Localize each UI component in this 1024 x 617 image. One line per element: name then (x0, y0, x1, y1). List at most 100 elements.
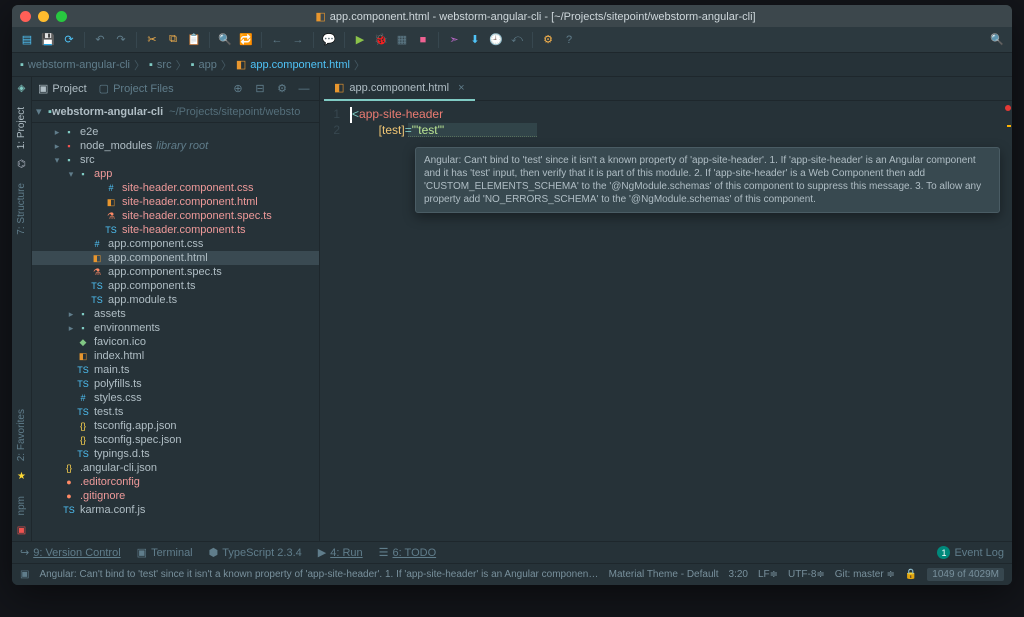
error-stripe[interactable] (1002, 101, 1012, 541)
vcs-push-icon[interactable]: ➣ (445, 31, 463, 49)
run-tab[interactable]: ▶ 4: Run (318, 546, 363, 559)
collapse-all-icon[interactable]: ⊟ (251, 80, 269, 98)
tree-node[interactable]: TStest.ts (32, 405, 319, 419)
project-tree[interactable]: ▸▪e2e▸▪node_moduleslibrary root▾▪src▾▪ap… (32, 123, 319, 541)
coverage-icon[interactable]: ▦ (393, 31, 411, 49)
tree-node[interactable]: ⚗app.component.spec.ts (32, 265, 319, 279)
tree-node[interactable]: ▸▪node_moduleslibrary root (32, 139, 319, 153)
close-tab-icon[interactable]: × (458, 82, 464, 94)
npm-icon[interactable]: ▣ (15, 523, 29, 537)
breadcrumb[interactable]: app (198, 59, 216, 71)
file-icon: ▪ (62, 139, 76, 153)
cut-icon[interactable]: ✂ (143, 31, 161, 49)
minimize-window-button[interactable] (38, 11, 49, 22)
scroll-from-source-icon[interactable]: ⊕ (229, 80, 247, 98)
tree-node[interactable]: TSapp.module.ts (32, 293, 319, 307)
status-lock-icon[interactable]: 🔒 (905, 569, 917, 580)
breadcrumb[interactable]: webstorm-angular-cli (28, 59, 130, 71)
tree-node[interactable]: ◆favicon.ico (32, 335, 319, 349)
terminal-tab[interactable]: ▣ Terminal (137, 546, 193, 559)
titlebar[interactable]: ◧app.component.html - webstorm-angular-c… (12, 5, 1012, 27)
settings-icon[interactable]: ⚙ (539, 31, 557, 49)
chat-icon[interactable]: 💬 (320, 31, 338, 49)
tree-node[interactable]: ◧app.component.html (32, 251, 319, 265)
status-git[interactable]: Git: master ≑ (835, 569, 895, 580)
breadcrumb[interactable]: app.component.html (250, 59, 350, 71)
status-position[interactable]: 3:20 (729, 569, 748, 580)
close-window-button[interactable] (20, 11, 31, 22)
open-file-icon[interactable]: ▤ (18, 31, 36, 49)
project-tab[interactable]: ▣Project (38, 82, 87, 95)
tree-node[interactable]: {}tsconfig.app.json (32, 419, 319, 433)
vcs-history-icon[interactable]: 🕘 (487, 31, 505, 49)
event-log-tab[interactable]: Event Log (954, 547, 1004, 559)
tree-node[interactable]: ▸▪environments (32, 321, 319, 335)
editor-tab[interactable]: ◧ app.component.html × (324, 77, 475, 101)
help-icon[interactable]: ? (560, 31, 578, 49)
typescript-tab[interactable]: ⬢ TypeScript 2.3.4 (209, 546, 302, 559)
tree-node[interactable]: TSmain.ts (32, 363, 319, 377)
structure-tool-tab[interactable]: 7: Structure (14, 177, 29, 241)
warning-marker[interactable] (1007, 125, 1011, 127)
run-icon[interactable]: ▶ (351, 31, 369, 49)
status-theme[interactable]: Material Theme - Default (609, 569, 719, 580)
code-source[interactable]: <app-site-header [test]="'test'" Angular… (348, 101, 1012, 541)
tree-node[interactable]: ●.gitignore (32, 489, 319, 503)
maximize-window-button[interactable] (56, 11, 67, 22)
status-icon[interactable]: ▣ (20, 569, 29, 580)
find-icon[interactable]: 🔍 (216, 31, 234, 49)
copy-icon[interactable]: ⧉ (164, 31, 182, 49)
stop-icon[interactable]: ■ (414, 31, 432, 49)
tree-node[interactable]: TSpolyfills.ts (32, 377, 319, 391)
event-badge[interactable]: 1 (937, 546, 950, 559)
todo-tab[interactable]: ☰ 6: TODO (379, 546, 436, 559)
tree-node[interactable]: TSapp.component.ts (32, 279, 319, 293)
tree-node[interactable]: ▾▪src (32, 153, 319, 167)
error-marker[interactable] (1005, 105, 1011, 111)
favorites-icon[interactable]: ★ (15, 470, 29, 484)
status-encoding[interactable]: UTF-8≑ (788, 569, 825, 580)
undo-icon[interactable]: ↶ (91, 31, 109, 49)
replace-icon[interactable]: 🔁 (237, 31, 255, 49)
code-editor[interactable]: 12 <app-site-header [test]="'test'" Angu… (320, 101, 1012, 541)
hide-tool-icon[interactable]: — (295, 80, 313, 98)
tree-node[interactable]: ◧index.html (32, 349, 319, 363)
tree-node[interactable]: ⚗site-header.component.spec.ts (32, 209, 319, 223)
save-all-icon[interactable]: 💾 (39, 31, 57, 49)
refresh-icon[interactable]: ⟳ (60, 31, 78, 49)
tree-node[interactable]: TStypings.d.ts (32, 447, 319, 461)
search-everywhere-icon[interactable]: 🔍 (988, 31, 1006, 49)
forward-icon[interactable]: → (289, 31, 307, 49)
redo-icon[interactable]: ↷ (112, 31, 130, 49)
favorites-tool-tab[interactable]: 2: Favorites (14, 403, 29, 467)
version-control-tab[interactable]: ↪ 9: Version Control (20, 546, 121, 559)
project-tool-tab[interactable]: 1: Project (14, 101, 29, 155)
breadcrumb[interactable]: src (157, 59, 172, 71)
tree-node[interactable]: #app.component.css (32, 237, 319, 251)
tree-node[interactable]: ▾▪app (32, 167, 319, 181)
vcs-revert-icon[interactable]: ⤺ (508, 31, 526, 49)
paste-icon[interactable]: 📋 (185, 31, 203, 49)
back-icon[interactable]: ← (268, 31, 286, 49)
vcs-update-icon[interactable]: ⬇ (466, 31, 484, 49)
project-root-row[interactable]: ▾ ▪ webstorm-angular-cli ~/Projects/site… (32, 101, 319, 123)
status-line-separator[interactable]: LF≑ (758, 569, 778, 580)
tree-node[interactable]: ▸▪e2e (32, 125, 319, 139)
tree-node[interactable]: ◧site-header.component.html (32, 195, 319, 209)
tree-node[interactable]: ▸▪assets (32, 307, 319, 321)
tree-node[interactable]: {}tsconfig.spec.json (32, 433, 319, 447)
debug-icon[interactable]: 🐞 (372, 31, 390, 49)
status-memory[interactable]: 1049 of 4029M (927, 568, 1004, 581)
structure-tool-icon[interactable]: ⌬ (15, 157, 29, 171)
tree-node[interactable]: #site-header.component.css (32, 181, 319, 195)
npm-tool-tab[interactable]: npm (14, 490, 29, 521)
tree-node[interactable]: TSsite-header.component.ts (32, 223, 319, 237)
project-tool-icon[interactable]: ◈ (15, 81, 29, 95)
tree-node[interactable]: #styles.css (32, 391, 319, 405)
tree-node[interactable]: TSkarma.conf.js (32, 503, 319, 517)
tree-node[interactable]: {}.angular-cli.json (32, 461, 319, 475)
project-files-tab[interactable]: ▢Project Files (99, 82, 174, 95)
navigation-bar[interactable]: ▪ webstorm-angular-cli 〉 ▪ src 〉 ▪ app 〉… (12, 53, 1012, 77)
tree-node[interactable]: ●.editorconfig (32, 475, 319, 489)
tool-settings-icon[interactable]: ⚙ (273, 80, 291, 98)
